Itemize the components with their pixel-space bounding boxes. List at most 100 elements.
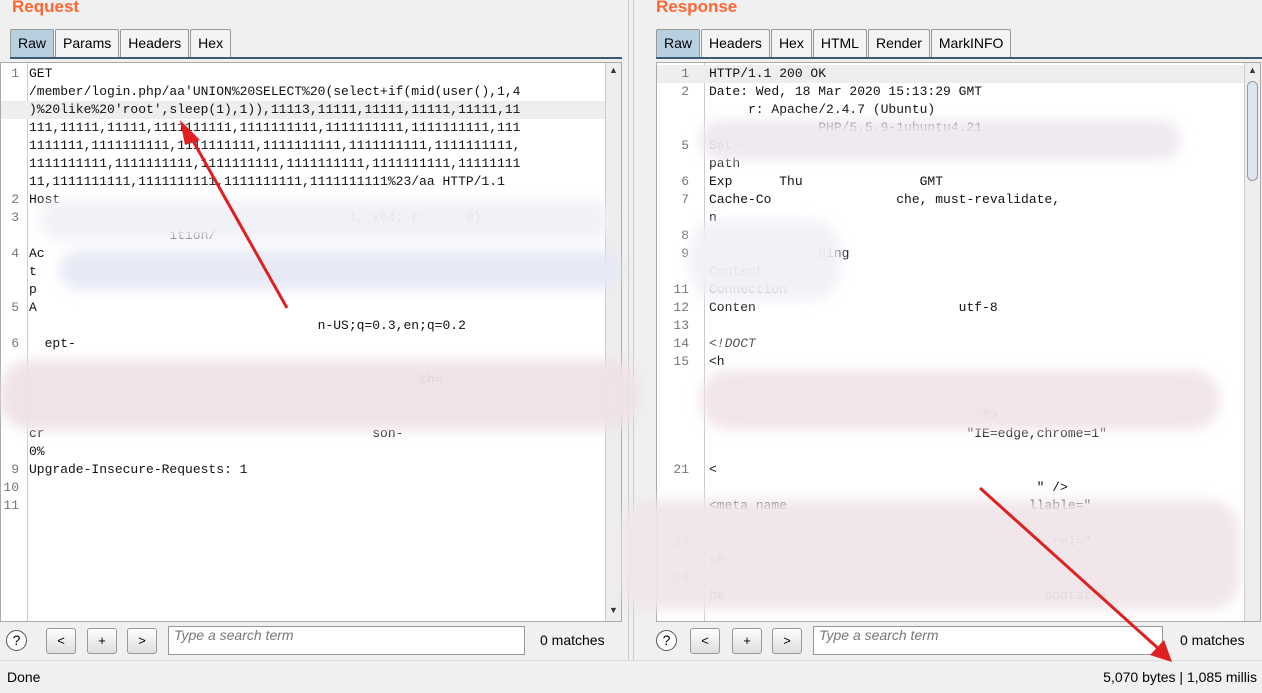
tab-raw[interactable]: Raw	[656, 29, 701, 57]
tab-markinfo[interactable]: MarkINFO	[930, 29, 1012, 57]
tab-headers[interactable]: Headers	[701, 29, 770, 57]
line-text: t	[29, 264, 37, 279]
help-icon[interactable]: ?	[6, 630, 27, 651]
code-line: 1111111111,1111111111,1111111111,1111111…	[1, 155, 605, 173]
scroll-down-icon[interactable]: ▼	[606, 605, 621, 619]
response-search-bar: ? < + > Type a search term 0 matches	[650, 625, 1262, 657]
code-line: 10	[1, 479, 605, 497]
line-number: 3	[11, 210, 19, 225]
tab-raw[interactable]: Raw	[10, 29, 55, 57]
response-stats: 5,070 bytes | 1,085 millis	[1103, 669, 1257, 685]
request-lines: 1 GET/member/login.php/aa'UNION%20SELECT%…	[1, 65, 605, 515]
line-text: Conten utf-8	[709, 300, 998, 315]
redaction	[0, 360, 640, 430]
scroll-up-icon[interactable]: ▲	[606, 65, 621, 79]
line-number	[1, 83, 23, 101]
code-line: )%20like%20'root',sleep(1),1)),11113,111…	[1, 101, 605, 119]
line-number	[1, 101, 23, 119]
code-line: 11,1111111111,1111111111,1111111111,1111…	[1, 173, 605, 191]
line-number	[1, 227, 23, 245]
line-text: p	[29, 282, 37, 297]
tab-hex[interactable]: Hex	[190, 29, 232, 57]
line-number: 5	[681, 138, 689, 153]
code-line: 14 <!DOCT	[657, 335, 1244, 353]
prev-match-button[interactable]: <	[690, 628, 720, 654]
line-number	[657, 371, 697, 389]
next-match-button[interactable]: >	[772, 628, 802, 654]
line-text: 111,11111,11111,1111111111,1111111111,11…	[29, 120, 521, 135]
help-icon[interactable]: ?	[656, 630, 677, 651]
code-line: " />	[657, 479, 1244, 497]
line-number: 14	[673, 336, 689, 351]
code-line: n-US;q=0.3,en;q=0.2	[1, 317, 605, 335]
line-text: <!DOCT	[709, 336, 756, 351]
code-line: 7 Cache-Co che, must-revalidate,	[657, 191, 1244, 209]
line-number	[657, 101, 697, 119]
request-tabs: Raw Params Headers Hex	[10, 29, 232, 57]
line-number	[657, 389, 697, 407]
redaction	[40, 200, 610, 240]
code-line: 21 <	[657, 461, 1244, 479]
add-button[interactable]: +	[732, 628, 762, 654]
line-number	[657, 209, 697, 227]
line-text: Upgrade-Insecure-Requests: 1	[29, 462, 248, 477]
line-number	[1, 137, 23, 155]
prev-match-button[interactable]: <	[46, 628, 76, 654]
line-text: <h	[709, 354, 725, 369]
line-text: A	[29, 300, 37, 315]
code-line: 2 Date: Wed, 18 Mar 2020 15:13:29 GMT	[657, 83, 1244, 101]
line-number	[657, 425, 697, 443]
response-tabs: Raw Headers Hex HTML Render MarkINFO	[656, 29, 1012, 57]
request-search-bar: ? < + > Type a search term 0 matches	[0, 625, 622, 657]
redaction	[700, 370, 1220, 430]
tab-hex[interactable]: Hex	[770, 29, 812, 57]
line-number: 10	[3, 480, 19, 495]
redaction	[700, 120, 1180, 160]
status-text: Done	[7, 669, 41, 685]
code-line: 12 Conten utf-8	[657, 299, 1244, 317]
tab-html[interactable]: HTML	[812, 29, 867, 57]
add-button[interactable]: +	[87, 628, 117, 654]
request-search-input[interactable]: Type a search term	[168, 626, 525, 655]
line-text: GET	[29, 66, 53, 81]
response-search-input[interactable]: Type a search term	[813, 626, 1163, 655]
code-line: 0%	[1, 443, 605, 461]
request-editor[interactable]: 1 GET/member/login.php/aa'UNION%20SELECT%…	[0, 62, 622, 622]
code-line: 6 Exp Thu GMT	[657, 173, 1244, 191]
code-line: 9 Upgrade-Insecure-Requests: 1	[1, 461, 605, 479]
redaction	[60, 250, 620, 290]
line-number: 5	[11, 300, 19, 315]
code-line: 5A	[1, 299, 605, 317]
line-number: 1	[681, 66, 689, 81]
line-number	[1, 119, 23, 137]
request-scrollbar[interactable]: ▲ ▼	[605, 63, 621, 621]
tab-headers[interactable]: Headers	[120, 29, 190, 57]
line-number	[1, 281, 23, 299]
redaction	[620, 500, 1240, 610]
line-number: 12	[673, 300, 689, 315]
line-number	[1, 173, 23, 191]
request-pane: Request Raw Params Headers Hex 1 GET/member/…	[0, 0, 622, 660]
line-number: 6	[681, 174, 689, 189]
next-match-button[interactable]: >	[127, 628, 157, 654]
line-text: Date: Wed, 18 Mar 2020 15:13:29 GMT	[709, 84, 983, 99]
code-line	[657, 443, 1244, 461]
code-line: 15 <h	[657, 353, 1244, 371]
line-number: 6	[11, 336, 19, 351]
tab-underline	[10, 57, 622, 59]
line-text	[697, 443, 709, 461]
line-number: 1	[11, 66, 19, 81]
tab-render[interactable]: Render	[867, 29, 930, 57]
line-text: Ac	[29, 246, 45, 261]
line-number	[1, 317, 23, 335]
tab-params[interactable]: Params	[55, 29, 120, 57]
response-scrollbar[interactable]: ▲	[1244, 63, 1260, 621]
line-number: 9	[11, 462, 19, 477]
tab-underline	[656, 57, 1262, 59]
response-title: Response	[656, 0, 738, 16]
line-number	[1, 263, 23, 281]
line-number	[1, 443, 23, 461]
scroll-thumb[interactable]	[1247, 81, 1258, 181]
line-text: Cache-Co che, must-revalidate,	[709, 192, 1061, 207]
scroll-up-icon[interactable]: ▲	[1245, 65, 1260, 79]
